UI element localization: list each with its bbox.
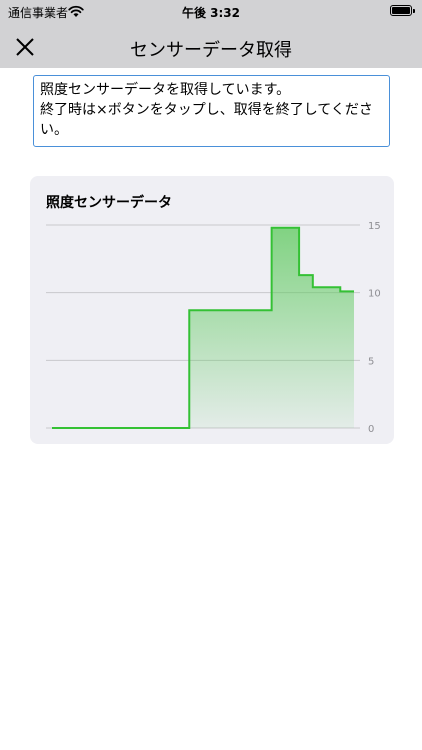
series-area	[52, 227, 354, 428]
battery-icon	[390, 5, 415, 16]
y-tick-label: 0	[368, 424, 374, 435]
illuminance-chart: 0 5 10 15	[46, 221, 381, 435]
y-tick-label: 10	[368, 289, 381, 300]
notice-textbox[interactable]: 照度センサーデータを取得しています。 終了時は×ボタンをタップし、取得を終了して…	[33, 75, 390, 147]
navigation-bar: センサーデータ取得	[0, 24, 422, 68]
y-tick-label: 5	[368, 356, 374, 367]
y-tick-label: 15	[368, 221, 381, 232]
chart-card: 照度センサーデータ 0 5 10 15	[30, 176, 394, 444]
status-time: 午後 3:32	[181, 6, 241, 20]
status-bar: 通信事業者 午後 3:32	[0, 0, 422, 24]
page-title: センサーデータ取得	[130, 40, 292, 61]
